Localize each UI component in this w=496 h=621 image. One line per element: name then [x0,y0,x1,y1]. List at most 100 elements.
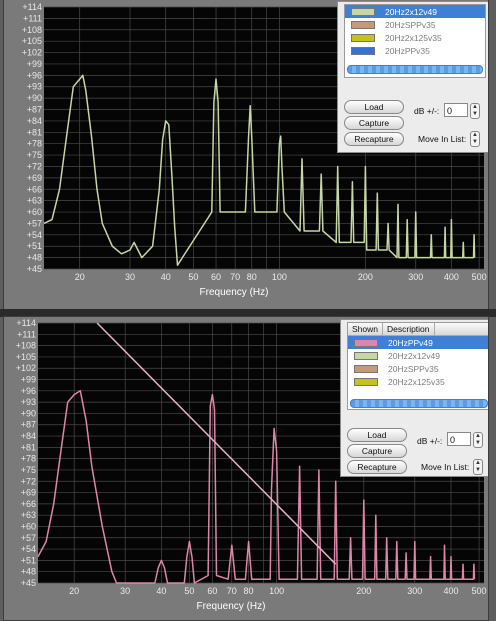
list-item-label: 20HzPPv35 [385,45,430,56]
list-item[interactable]: 20HzSPPv35 [348,362,488,375]
color-swatch[interactable] [351,46,375,55]
list-item[interactable]: 20HzPPv35 [345,44,485,57]
top-list-scrollbar[interactable] [347,65,483,74]
load-button[interactable]: Load [347,428,407,442]
y-tick-label: +111 [23,13,42,23]
y-tick-label: +96 [27,70,42,80]
top-control-panel: 20Hz2x12v49 20HzSPPv35 20Hz2x125v35 20HzPPv… [337,1,488,153]
db-offset-label: dB +/-: [417,436,443,446]
x-tick-label: 300 [407,586,422,596]
recapture-button[interactable]: Recapture [344,132,404,146]
y-tick-label: +84 [27,116,42,126]
y-tick-label: +87 [27,105,42,115]
y-tick-label: +60 [21,521,36,531]
y-tick-label: +114 [22,2,42,12]
y-tick-label: +114 [16,318,36,328]
y-tick-label: +87 [21,420,36,430]
y-tick-label: +93 [27,82,42,92]
y-tick-label: +72 [21,476,36,486]
db-offset-stepper[interactable]: ▲ ▼ [473,432,483,448]
y-tick-label: +96 [21,386,36,396]
color-swatch[interactable] [351,7,375,16]
color-swatch[interactable] [351,33,375,42]
list-item[interactable]: 20Hz2x125v35 [345,31,485,44]
y-tick-label: +90 [21,408,36,418]
top-analyzer-window: +114 +111 +108 +105 +102 +99 +96 +93 +90 +87 +84 +8… [3,0,489,311]
x-tick-label: 30 [120,586,130,596]
y-tick-label: +63 [21,510,36,520]
color-swatch[interactable] [354,377,378,386]
move-in-list-label: Move In List: [421,462,470,472]
y-tick-label: +81 [21,442,36,452]
x-tick-label: 200 [356,586,371,596]
color-swatch[interactable] [354,351,378,360]
bottom-measurement-list[interactable]: Shown Description 20HzPPv49 20Hz2x12v49 20… [347,322,488,410]
x-tick-label: 70 [227,586,237,596]
y-tick-label: +66 [21,499,36,509]
db-offset-stepper[interactable]: ▲ ▼ [470,103,480,119]
list-item-label: 20HzSPPv35 [388,363,439,374]
color-swatch[interactable] [354,338,378,347]
color-swatch[interactable] [351,20,375,29]
db-offset-input[interactable]: 0 [444,103,468,117]
capture-button[interactable]: Capture [344,116,404,130]
bottom-control-panel: Shown Description 20HzPPv49 20Hz2x12v49 20… [340,319,488,477]
y-tick-label: +93 [21,397,36,407]
y-tick-label: +102 [22,48,42,58]
x-tick-label: 200 [358,272,373,282]
y-tick-label: +60 [27,207,42,217]
y-tick-label: +84 [21,431,36,441]
db-offset-input[interactable]: 0 [447,432,471,446]
y-tick-label: +108 [22,25,42,35]
list-item[interactable]: 20HzSPPv35 [345,18,485,31]
y-tick-label: +54 [21,544,36,554]
shown-column-header[interactable]: Shown [348,323,383,335]
move-in-list-stepper[interactable]: ▲ ▼ [470,131,480,147]
db-offset-label: dB +/-: [414,106,440,116]
y-tick-label: +57 [21,533,36,543]
y-tick-label: +69 [27,173,42,183]
y-tick-label: +105 [16,352,36,362]
x-tick-label: 80 [244,586,254,596]
x-tick-label: 80 [247,272,257,282]
y-tick-label: +63 [27,196,42,206]
list-item-label: 20HzSPPv35 [385,19,436,30]
list-item[interactable]: 20Hz2x125v35 [348,375,488,388]
bottom-list-scrollbar[interactable] [350,399,488,408]
y-tick-label: +48 [21,567,36,577]
load-button[interactable]: Load [344,100,404,114]
y-tick-label: +57 [27,218,42,228]
x-tick-label: 70 [230,272,240,282]
y-tick-label: +102 [16,363,36,373]
list-item[interactable]: 20Hz2x12v49 [345,5,485,18]
recapture-button[interactable]: Recapture [347,460,407,474]
list-item[interactable]: 20Hz2x12v49 [348,349,488,362]
list-item-label: 20Hz2x12v49 [385,6,437,17]
x-tick-label: 20 [69,586,79,596]
x-tick-label: 30 [125,272,135,282]
capture-button[interactable]: Capture [347,444,407,458]
list-item[interactable]: 20HzPPv49 [348,336,488,349]
x-axis-label: Frequency (Hz) [197,601,266,612]
y-tick-label: +78 [27,139,42,149]
x-tick-label: 50 [188,272,198,282]
color-swatch[interactable] [354,364,378,373]
list-header: Shown Description [348,323,488,336]
move-in-list-stepper[interactable]: ▲ ▼ [473,459,483,475]
x-tick-label: 50 [184,586,194,596]
x-tick-label: 300 [408,272,423,282]
y-tick-label: +78 [21,454,36,464]
x-axis-label: Frequency (Hz) [200,287,269,298]
y-tick-label: +48 [27,253,42,263]
y-tick-label: +105 [22,36,42,46]
y-tick-label: +69 [21,488,36,498]
x-tick-label: 500 [472,272,487,282]
x-tick-label: 100 [272,272,287,282]
y-tick-label: +72 [27,161,42,171]
y-tick-label: +75 [21,465,36,475]
list-item-label: 20Hz2x125v35 [388,376,445,387]
y-tick-label: +51 [21,555,36,565]
x-tick-label: 400 [444,272,459,282]
description-column-header[interactable]: Description [383,323,435,335]
top-measurement-list[interactable]: 20Hz2x12v49 20HzSPPv35 20Hz2x125v35 20HzPPv… [344,4,486,78]
